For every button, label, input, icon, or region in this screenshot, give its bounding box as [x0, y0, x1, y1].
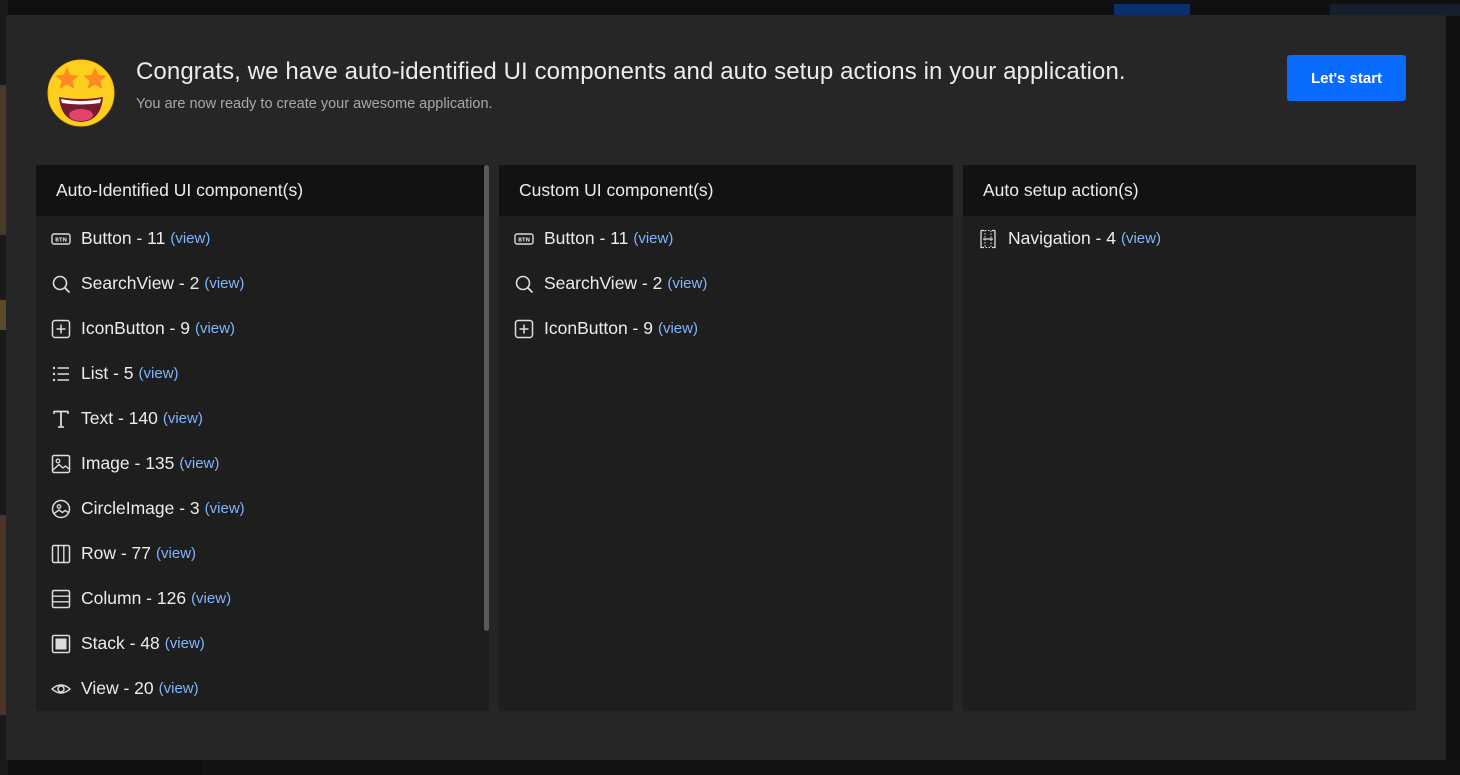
view-link[interactable]: (view)	[205, 500, 245, 517]
list-item-row: Row - 77 (view)	[36, 531, 489, 576]
list-item-iconbutton: IconButton - 9 (view)	[36, 306, 489, 351]
row-icon	[50, 543, 72, 565]
action-list: Navigation - 4 (view)	[963, 216, 1416, 261]
svg-text:BTN: BTN	[55, 237, 67, 243]
plus-box-icon	[513, 318, 535, 340]
list-item-stack: Stack - 48 (view)	[36, 621, 489, 666]
view-link[interactable]: (view)	[195, 320, 235, 337]
list-item-button: BTN Button - 11 (view)	[499, 216, 953, 261]
list-item-searchview: SearchView - 2 (view)	[36, 261, 489, 306]
view-link[interactable]: (view)	[156, 545, 196, 562]
list-item-column: Column - 126 (view)	[36, 576, 489, 621]
item-label: Image - 135	[81, 453, 175, 473]
btn-icon: BTN	[50, 228, 72, 250]
view-link[interactable]: (view)	[179, 455, 219, 472]
modal-subtitle: You are now ready to create your awesome…	[136, 96, 493, 112]
item-label: Button - 11	[544, 228, 629, 248]
star-struck-emoji-icon	[45, 55, 117, 127]
view-link[interactable]: (view)	[658, 320, 698, 337]
list-item-list: List - 5 (view)	[36, 351, 489, 396]
item-label: SearchView - 2	[544, 273, 663, 293]
list-item-searchview: SearchView - 2 (view)	[499, 261, 953, 306]
onboarding-modal: Congrats, we have auto-identified UI com…	[6, 15, 1446, 760]
panel-title: Auto-Identified UI component(s)	[36, 165, 489, 216]
scrollbar[interactable]	[484, 165, 489, 631]
view-link[interactable]: (view)	[191, 590, 231, 607]
list-item-iconbutton: IconButton - 9 (view)	[499, 306, 953, 351]
list-item-view: View - 20 (view)	[36, 666, 489, 711]
item-label: Navigation - 4	[1008, 228, 1116, 248]
view-link[interactable]: (view)	[1121, 230, 1161, 247]
circle-image-icon	[50, 498, 72, 520]
plus-box-icon	[50, 318, 72, 340]
custom-components-panel: Custom UI component(s) BTN Button - 11 (vi…	[499, 165, 953, 711]
btn-icon: BTN	[513, 228, 535, 250]
component-list: BTN Button - 11 (view) SearchView - 2 (view)…	[36, 216, 489, 711]
view-link[interactable]: (view)	[204, 275, 244, 292]
panel-title: Custom UI component(s)	[499, 165, 953, 216]
auto-identified-components-panel: Auto-Identified UI component(s) BTN Butto…	[36, 165, 489, 711]
view-link[interactable]: (view)	[163, 410, 203, 427]
column-icon	[50, 588, 72, 610]
panel-title: Auto setup action(s)	[963, 165, 1416, 216]
list-item-button: BTN Button - 11 (view)	[36, 216, 489, 261]
item-label: Text - 140	[81, 408, 158, 428]
search-icon	[513, 273, 535, 295]
view-link[interactable]: (view)	[159, 680, 199, 697]
view-link[interactable]: (view)	[633, 230, 673, 247]
list-item-navigation: Navigation - 4 (view)	[963, 216, 1416, 261]
list-item-image: Image - 135 (view)	[36, 441, 489, 486]
search-icon	[50, 273, 72, 295]
view-link[interactable]: (view)	[170, 230, 210, 247]
item-label: View - 20	[81, 678, 154, 698]
component-list: BTN Button - 11 (view) SearchView - 2 (view)…	[499, 216, 953, 351]
eye-icon	[50, 678, 72, 700]
item-label: Button - 11	[81, 228, 166, 248]
item-label: CircleImage - 3	[81, 498, 200, 518]
svg-text:BTN: BTN	[518, 237, 530, 243]
item-label: List - 5	[81, 363, 134, 383]
view-link[interactable]: (view)	[667, 275, 707, 292]
item-label: IconButton - 9	[81, 318, 190, 338]
item-label: Stack - 48	[81, 633, 160, 653]
list-item-text: Text - 140 (view)	[36, 396, 489, 441]
background-footer	[202, 759, 1460, 775]
image-icon	[50, 453, 72, 475]
item-label: IconButton - 9	[544, 318, 653, 338]
view-link[interactable]: (view)	[139, 365, 179, 382]
list-item-circleimage: CircleImage - 3 (view)	[36, 486, 489, 531]
auto-setup-actions-panel: Auto setup action(s) Navigation - 4 (view…	[963, 165, 1416, 711]
text-icon	[50, 408, 72, 430]
lets-start-button[interactable]: Let's start	[1287, 55, 1406, 101]
modal-title: Congrats, we have auto-identified UI com…	[136, 58, 1126, 85]
list-icon	[50, 363, 72, 385]
item-label: Column - 126	[81, 588, 187, 608]
item-label: Row - 77	[81, 543, 152, 563]
item-label: SearchView - 2	[81, 273, 200, 293]
stack-icon	[50, 633, 72, 655]
navigation-icon	[977, 228, 999, 250]
view-link[interactable]: (view)	[165, 635, 205, 652]
